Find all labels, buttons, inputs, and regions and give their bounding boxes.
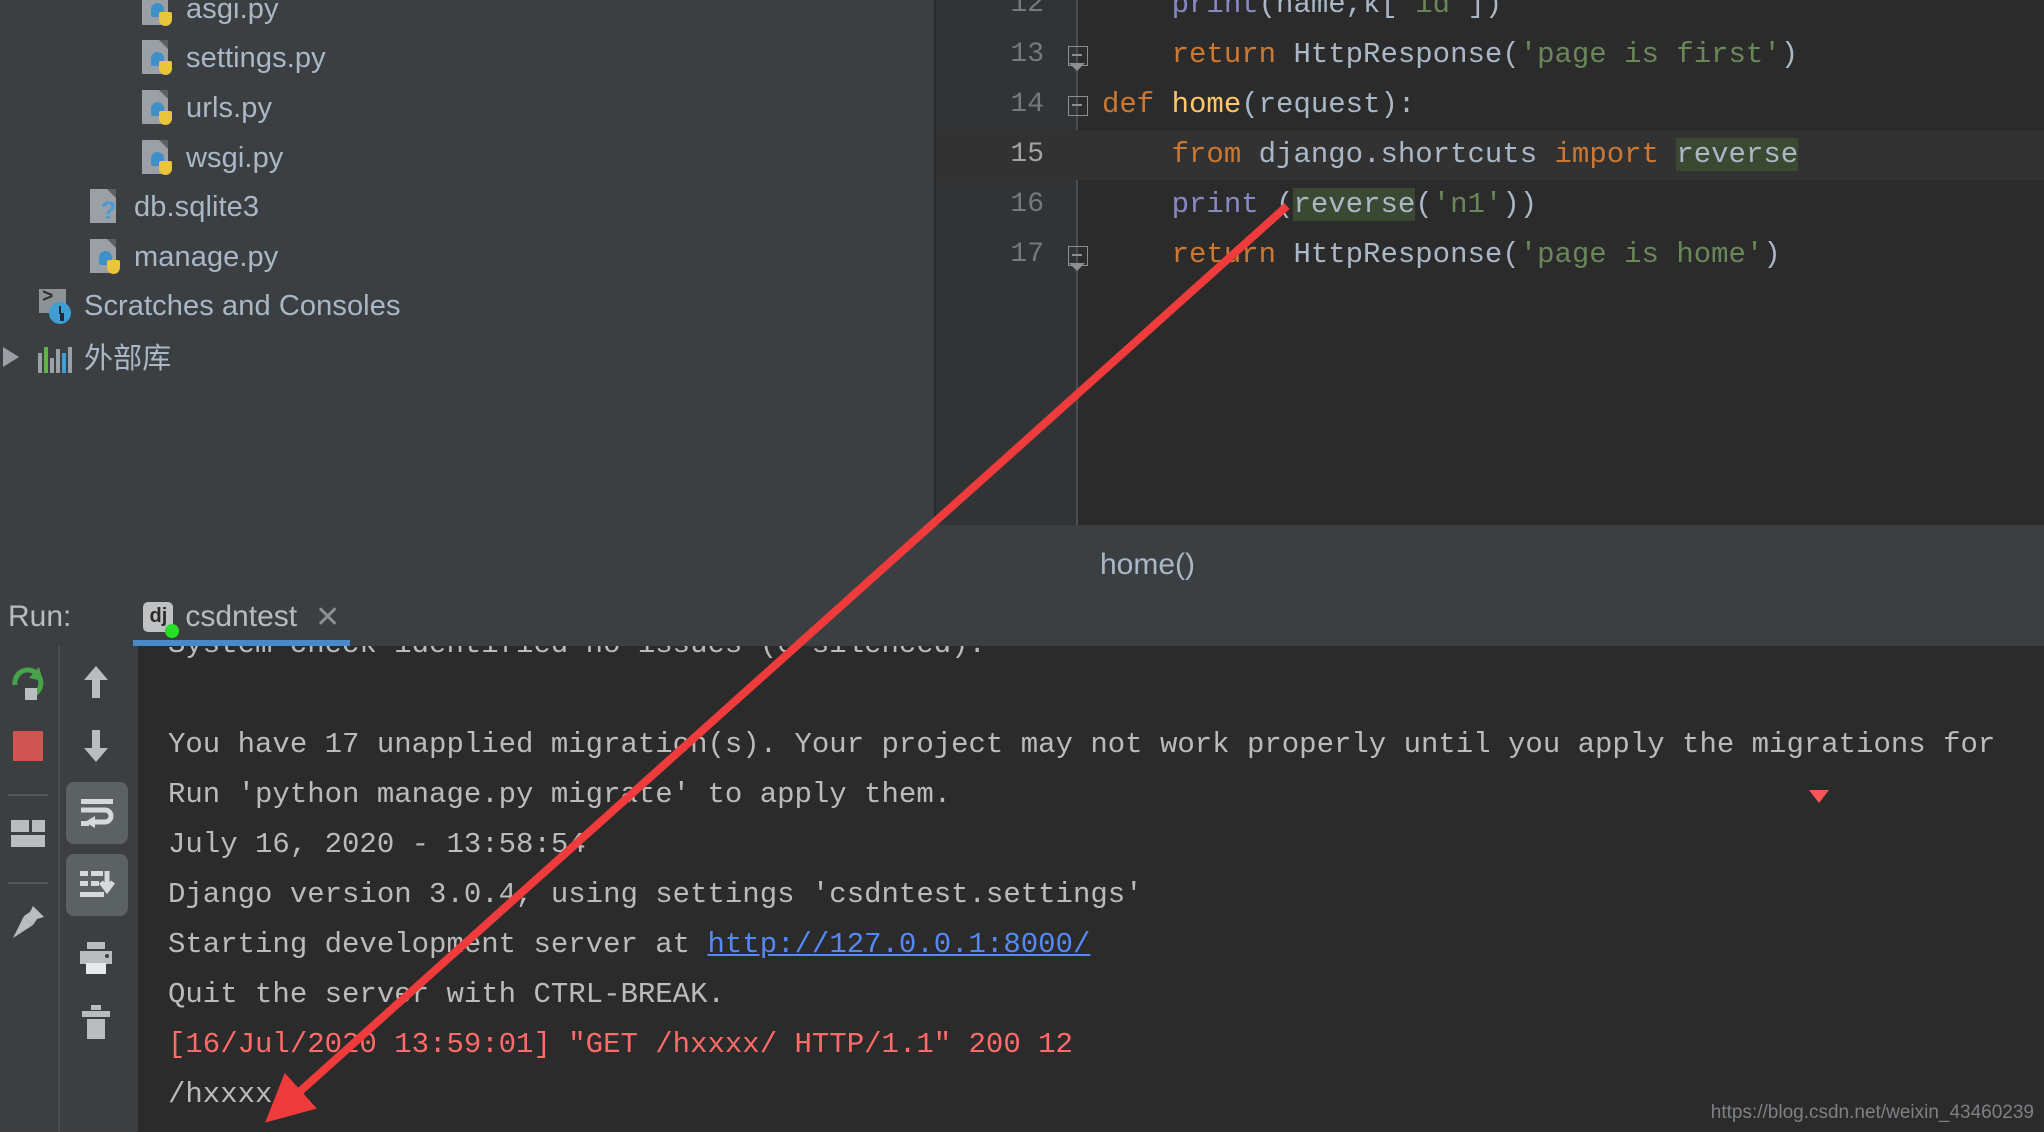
soft-wrap-icon — [81, 799, 114, 828]
scroll-to-end-button[interactable] — [66, 854, 128, 916]
code-line-17[interactable]: 17 return HttpResponse('page is home') — [934, 230, 2044, 280]
scratches-icon — [38, 286, 72, 325]
line-number: 14 — [1010, 89, 1044, 120]
rerun-button[interactable] — [0, 654, 56, 710]
console-line: /hxxxx/ — [168, 1078, 290, 1111]
toolbar-separator-2 — [8, 882, 48, 884]
print-icon — [80, 942, 112, 974]
code-fold-end-icon[interactable] — [1068, 46, 1088, 71]
tree-item-label: wsgi.py — [186, 141, 284, 174]
console-line: You have 17 unapplied migration(s). Your… — [168, 728, 1996, 761]
console-line: Starting development server at http://12… — [168, 920, 1090, 970]
pin-tab-button[interactable] — [0, 894, 56, 950]
console-text: Starting development server at — [168, 928, 708, 961]
tree-item-label: Scratches and Consoles — [84, 289, 401, 322]
code-line-16[interactable]: 16 print (reverse('n1')) — [934, 180, 2044, 230]
console-line: Run 'python manage.py migrate' to apply … — [168, 778, 952, 811]
run-label: Run: — [8, 600, 72, 633]
rerun-icon — [12, 667, 44, 700]
code-line-12[interactable]: 12 print(name,k['id']) — [934, 0, 2044, 30]
arrow-up-icon — [84, 666, 108, 698]
tree-item-asgi-py[interactable]: asgi.py — [140, 0, 279, 34]
code-text: return HttpResponse('page is home') — [1171, 238, 1781, 271]
console-line: [16/Jul/2020 13:59:01] "GET /hxxxx/ HTTP… — [168, 1028, 1073, 1061]
stop-icon — [13, 731, 43, 761]
code-line-14[interactable]: 14 def home(request): — [934, 80, 2044, 152]
run-console-output[interactable]: System check identified no issues (0 sil… — [138, 646, 2044, 1132]
line-number: 17 — [1010, 239, 1044, 270]
python-file-icon — [140, 0, 174, 28]
line-number: 16 — [1010, 189, 1044, 220]
console-line: July 16, 2020 - 13:58:54 — [168, 828, 586, 861]
python-file-icon — [88, 238, 122, 276]
tree-item-label: db.sqlite3 — [134, 190, 260, 223]
python-file-icon — [140, 139, 174, 177]
line-number: 15 — [1010, 139, 1044, 170]
tree-item-scratches-and-consoles[interactable]: Scratches and Consoles — [38, 281, 401, 331]
tree-item-wsgi-py[interactable]: wsgi.py — [140, 133, 283, 183]
ide-window: asgi.py settings.py urls.py wsgi.py? db.sqli… — [0, 0, 2044, 1132]
scroll-to-end-icon — [80, 871, 115, 897]
annotation-caret — [1809, 790, 1829, 803]
python-file-icon — [140, 39, 174, 77]
restore-layout-button[interactable] — [0, 806, 56, 862]
console-line: Quit the server with CTRL-BREAK. — [168, 978, 725, 1011]
running-status-dot — [165, 624, 180, 638]
tree-item-db-sqlite3[interactable]: ? db.sqlite3 — [88, 182, 259, 232]
code-text: print (reverse('n1')) — [1171, 188, 1538, 221]
tree-item-label: settings.py — [186, 41, 326, 74]
project-tool-window[interactable]: asgi.py settings.py urls.py wsgi.py? db.sqli… — [0, 0, 934, 588]
editor-splitter[interactable] — [934, 0, 936, 604]
python-file-icon — [140, 89, 174, 127]
stop-button[interactable] — [0, 718, 56, 774]
run-tab-label: csdntest — [185, 600, 298, 633]
run-toolbar-secondary[interactable] — [58, 646, 140, 1132]
warning-squiggle — [1101, 120, 1535, 152]
tree-item-settings-py[interactable]: settings.py — [140, 33, 326, 83]
close-icon[interactable]: ✕ — [315, 600, 340, 635]
code-editor[interactable]: 12 print(name,k['id']) 13 return HttpResp… — [934, 0, 2044, 525]
soft-wrap-button[interactable] — [66, 782, 128, 844]
code-fold-start-icon[interactable] — [1068, 96, 1088, 120]
code-text: from django.shortcuts import reverse — [1171, 138, 1799, 171]
tree-item-label: 外部库 — [84, 341, 172, 375]
tree-item-label: asgi.py — [186, 0, 279, 25]
restore-layout-icon — [11, 820, 45, 847]
breadcrumb[interactable]: home() — [1100, 548, 1195, 582]
run-tool-window-header: Run: dj csdntest ✕ — [0, 588, 2044, 646]
down-stack-button[interactable] — [68, 718, 124, 774]
tree-item-label: urls.py — [186, 91, 273, 124]
console-line: System check identified no issues (0 sil… — [168, 646, 986, 670]
run-tab-csdntest[interactable]: dj csdntest ✕ — [133, 588, 351, 646]
watermark: https://blog.csdn.net/weixin_43460239 — [1710, 1102, 2034, 1123]
toolbar-separator-1 — [8, 794, 48, 796]
trash-icon — [82, 1005, 110, 1039]
tree-item--[interactable]: 外部库 — [38, 331, 171, 381]
code-text: return HttpResponse('page is first') — [1171, 38, 1799, 71]
tree-item-manage-py[interactable]: manage.py — [88, 232, 278, 282]
code-line-15[interactable]: 15 from django.shortcuts import reverse — [934, 130, 2044, 180]
run-tool-window: Run: dj csdntest ✕ You have 17 unapplied… — [0, 588, 2044, 1132]
pin-icon — [13, 906, 44, 938]
console-line: Django version 3.0.4, using settings 'cs… — [168, 878, 1143, 911]
code-line-13[interactable]: 13 return HttpResponse('page is first') — [934, 30, 2044, 80]
run-toolbar-primary[interactable] — [0, 646, 56, 1132]
code-text: print(name,k['id']) — [1171, 0, 1503, 21]
django-icon: dj — [143, 602, 180, 638]
arrow-down-icon — [84, 730, 108, 762]
line-number: 12 — [1010, 0, 1044, 20]
expand-arrow-icon[interactable] — [3, 347, 19, 367]
clear-all-button[interactable] — [68, 994, 124, 1050]
server-url-link[interactable]: http://127.0.0.1:8000/ — [708, 928, 1091, 961]
tree-item-urls-py[interactable]: urls.py — [140, 83, 272, 133]
tree-item-label: manage.py — [134, 240, 279, 273]
up-stack-button[interactable] — [68, 654, 124, 710]
print-button[interactable] — [68, 930, 124, 986]
code-fold-end-icon[interactable] — [1068, 246, 1088, 271]
external-libraries-icon — [38, 339, 72, 373]
line-number: 13 — [1010, 39, 1044, 70]
unknown-file-icon: ? — [88, 188, 122, 226]
